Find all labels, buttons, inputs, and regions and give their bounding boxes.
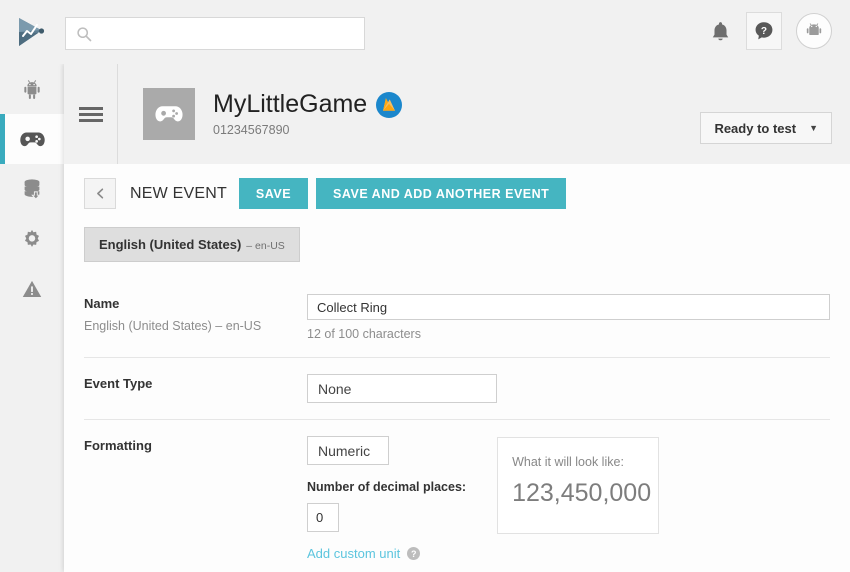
language-tabs: English (United States) – en-US [64, 209, 850, 262]
event-type-select[interactable]: None [307, 374, 497, 403]
preview-value: 123,450,000 [512, 479, 652, 507]
android-robot-icon [24, 80, 40, 99]
language-tab-secondary: – en-US [246, 240, 285, 252]
event-type-control: None [307, 374, 830, 403]
decimal-places-input[interactable] [307, 503, 339, 532]
help-button[interactable]: ? [746, 12, 782, 50]
event-type-label: Event Type [84, 376, 153, 391]
status-dropdown[interactable]: Ready to test ▼ [700, 112, 832, 144]
form-row-event-type: Event Type None [84, 358, 830, 420]
form-row-formatting: Formatting Numeric Number of decimal pla… [84, 420, 830, 572]
formatting-options: Numeric Number of decimal places: Add cu… [307, 436, 466, 561]
menu-button[interactable] [64, 64, 118, 164]
gamepad-icon [155, 106, 183, 122]
name-char-count: 12 of 100 characters [307, 327, 421, 341]
language-tab-primary: English (United States) [99, 237, 242, 252]
search-input[interactable] [92, 26, 364, 41]
help-question-icon[interactable]: ? [407, 547, 421, 560]
top-bar: ? [0, 0, 850, 64]
save-button[interactable]: SAVE [238, 178, 309, 209]
android-avatar-icon [806, 23, 822, 36]
action-row: NEW EVENT SAVE SAVE AND ADD ANOTHER EVEN… [64, 164, 850, 209]
status-label: Ready to test [714, 120, 797, 136]
app-id: 01234567890 [213, 123, 290, 138]
play-console-logo[interactable] [14, 15, 48, 49]
name-sublabel: English (United States) – en-US [84, 319, 262, 333]
page-title: MyLittleGame [213, 89, 403, 119]
sidebar-item-settings[interactable] [0, 214, 64, 264]
chevron-left-icon [96, 188, 103, 199]
app-meta: MyLittleGame 01234567890 [213, 89, 403, 138]
name-label: Name [84, 296, 120, 311]
preview-label: What it will look like: [512, 455, 624, 469]
name-input[interactable] [307, 294, 830, 320]
database-download-icon [24, 179, 41, 200]
warning-triangle-icon [22, 280, 42, 297]
add-custom-unit-link[interactable]: Add custom unit [307, 546, 400, 561]
name-control: 12 of 100 characters [307, 294, 830, 341]
app-header: MyLittleGame 01234567890 Ready to test ▼ [64, 64, 850, 164]
help-question-icon: ? [755, 22, 773, 40]
language-tab-en-us[interactable]: English (United States) – en-US [84, 227, 300, 262]
formatting-label-group: Formatting [84, 436, 307, 561]
decimal-places-label: Number of decimal places: [307, 480, 467, 494]
format-preview: What it will look like: 123,450,000 [497, 437, 660, 534]
save-and-add-another-event-button[interactable]: SAVE AND ADD ANOTHER EVENT [316, 178, 567, 209]
app-icon [143, 88, 195, 140]
user-avatar[interactable] [796, 13, 832, 49]
name-label-group: Name English (United States) – en-US [84, 294, 307, 341]
global-search[interactable] [65, 17, 365, 50]
sidebar-item-reports[interactable] [0, 164, 64, 214]
form-row-name: Name English (United States) – en-US 12 … [84, 278, 830, 358]
svg-text:?: ? [761, 26, 767, 37]
sidebar-item-all-applications[interactable] [0, 64, 64, 114]
content-card: MyLittleGame 01234567890 Ready to test ▼… [64, 64, 850, 572]
play-console-app: ? MyLittleGame 01234567890 Ready to test… [0, 0, 850, 572]
gear-icon [24, 229, 40, 247]
event-type-label-group: Event Type [84, 374, 307, 403]
event-form: Name English (United States) – en-US 12 … [64, 262, 850, 572]
format-type-select[interactable]: Numeric [307, 436, 389, 465]
notifications-button[interactable] [708, 18, 732, 44]
firebase-icon [376, 91, 403, 118]
section-title: NEW EVENT [130, 184, 227, 202]
chevron-down-icon: ▼ [809, 123, 818, 133]
app-title-text: MyLittleGame [213, 89, 368, 118]
sidebar-rail [0, 64, 64, 572]
top-bar-actions: ? [708, 12, 832, 50]
sidebar-item-game-services[interactable] [0, 114, 64, 164]
bell-icon [712, 21, 728, 40]
back-button[interactable] [84, 178, 116, 209]
gamepad-icon [19, 131, 45, 146]
custom-unit-row: Add custom unit ? [307, 546, 466, 561]
sidebar-item-alerts[interactable] [0, 264, 64, 314]
formatting-control: Numeric Number of decimal places: Add cu… [307, 436, 830, 561]
hamburger-icon [78, 104, 103, 125]
search-icon [76, 26, 92, 42]
formatting-label: Formatting [84, 438, 152, 453]
